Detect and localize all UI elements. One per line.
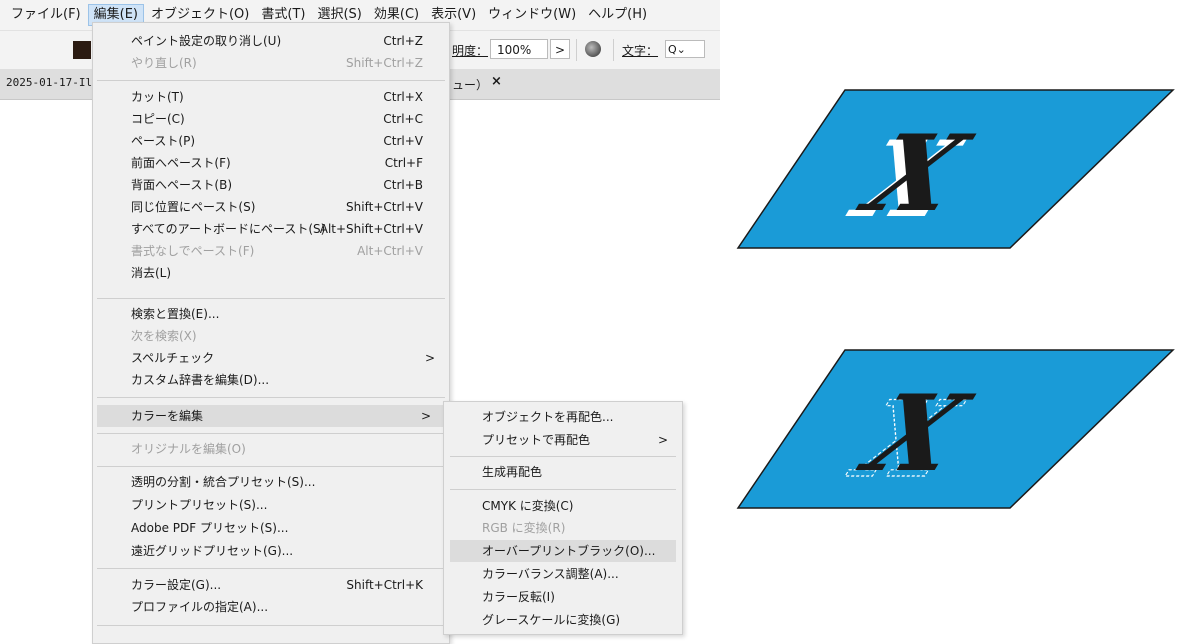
menu-item-spell-check[interactable]: スペルチェック > xyxy=(93,347,449,369)
document-tab-suffix: ュー） xyxy=(452,78,489,92)
menu-separator xyxy=(450,456,676,457)
menu-item-edit-colors[interactable]: カラーを編集 > xyxy=(97,405,445,427)
artwork-bottom: X X xyxy=(736,349,1175,509)
menu-separator xyxy=(97,568,445,569)
submenu-item-convert-grayscale[interactable]: グレースケールに変換(G) xyxy=(444,609,682,631)
toolbar-divider xyxy=(576,39,577,61)
menu-item-assign-profile[interactable]: プロファイルの指定(A)... xyxy=(93,596,449,618)
menu-separator xyxy=(97,80,445,81)
close-tab-icon[interactable]: × xyxy=(491,74,502,89)
menu-separator xyxy=(97,433,445,434)
menu-item-perspective-grid-presets[interactable]: 遠近グリッドプリセット(G)... xyxy=(93,540,449,562)
menu-separator xyxy=(97,298,445,299)
menu-separator xyxy=(97,625,445,626)
menu-item-paste-in-back[interactable]: 背面へペースト(B) Ctrl+B xyxy=(93,174,449,196)
submenu-item-adjust-color-balance[interactable]: カラーバランス調整(A)... xyxy=(444,563,682,585)
menu-window[interactable]: ウィンドウ(W) xyxy=(483,4,581,26)
menu-item-paste-without-formatting: 書式なしでペースト(F) Alt+Ctrl+V xyxy=(131,244,423,258)
submenu-item-invert-colors[interactable]: カラー反転(I) xyxy=(444,586,682,608)
edit-colors-submenu: オブジェクトを再配色... プリセットで再配色 > 生成再配色 CMYK に変換(… xyxy=(443,401,683,635)
opacity-arrow-button[interactable]: > xyxy=(550,39,570,59)
chevron-right-icon: > xyxy=(424,351,435,365)
menu-item-print-presets[interactable]: プリントプリセット(S)... xyxy=(93,494,449,516)
menu-item-color-settings[interactable]: カラー設定(G)... Shift+Ctrl+K xyxy=(93,574,449,596)
menu-item-clear[interactable]: 消去(L) xyxy=(93,262,449,284)
opacity-label[interactable]: 明度： xyxy=(452,42,488,59)
character-label[interactable]: 文字： xyxy=(622,42,658,59)
menu-item-paste[interactable]: ペースト(P) Ctrl+V xyxy=(93,130,449,152)
submenu-item-convert-rgb: RGB に変換(R) xyxy=(482,521,566,535)
menu-item-find-replace[interactable]: 検索と置換(E)... xyxy=(93,303,449,325)
submenu-item-overprint-black[interactable]: オーバープリントブラック(O)... xyxy=(450,540,676,562)
menu-item-pdf-presets[interactable]: Adobe PDF プリセット(S)... xyxy=(93,517,449,539)
submenu-item-convert-cmyk[interactable]: CMYK に変換(C) xyxy=(444,495,682,517)
font-search-field[interactable]: Q⌄ xyxy=(665,40,705,58)
menu-item-undo[interactable]: ペイント設定の取り消し(U) Ctrl+Z xyxy=(93,30,449,52)
menu-item-edit-custom-dictionary[interactable]: カスタム辞書を編集(D)... xyxy=(93,369,449,391)
menu-item-transparency-flattener-presets[interactable]: 透明の分割・統合プリセット(S)... xyxy=(93,471,449,493)
menu-item-redo: やり直し(R) Shift+Ctrl+Z xyxy=(131,56,423,70)
menu-item-find-next: 次を検索(X) xyxy=(131,329,197,343)
menu-separator xyxy=(97,397,445,398)
artwork-top: X X xyxy=(736,89,1175,249)
menu-help[interactable]: ヘルプ(H) xyxy=(583,4,652,26)
menu-item-paste-in-place[interactable]: 同じ位置にペースト(S) Shift+Ctrl+V xyxy=(93,196,449,218)
chevron-right-icon: > xyxy=(420,409,431,423)
document-tab-title[interactable]: 2025-01-17-Illu xyxy=(6,76,105,89)
edit-menu: ペイント設定の取り消し(U) Ctrl+Z やり直し(R) Shift+Ctrl+Z… xyxy=(92,22,450,644)
menu-item-paste-all-artboards[interactable]: すべてのアートボードにペースト(S) Alt+Shift+Ctrl+V xyxy=(93,218,449,240)
opacity-input[interactable]: 100% xyxy=(490,39,548,59)
recolor-artwork-icon[interactable] xyxy=(585,41,601,57)
submenu-item-recolor-artwork[interactable]: オブジェクトを再配色... xyxy=(444,406,682,428)
menu-item-copy[interactable]: コピー(C) Ctrl+C xyxy=(93,108,449,130)
fill-color-swatch[interactable] xyxy=(73,41,91,59)
submenu-item-generative-recolor[interactable]: 生成再配色 xyxy=(444,461,682,483)
menu-separator xyxy=(97,466,445,467)
submenu-item-recolor-with-preset[interactable]: プリセットで再配色 > xyxy=(444,429,682,451)
menu-item-paste-in-front[interactable]: 前面へペースト(F) Ctrl+F xyxy=(93,152,449,174)
menu-item-edit-original: オリジナルを編集(O) xyxy=(131,442,246,456)
chevron-right-icon: > xyxy=(657,433,668,447)
menu-item-cut[interactable]: カット(T) Ctrl+X xyxy=(93,86,449,108)
menu-separator xyxy=(450,489,676,490)
menu-file[interactable]: ファイル(F) xyxy=(6,4,86,26)
toolbar-divider xyxy=(613,39,614,61)
